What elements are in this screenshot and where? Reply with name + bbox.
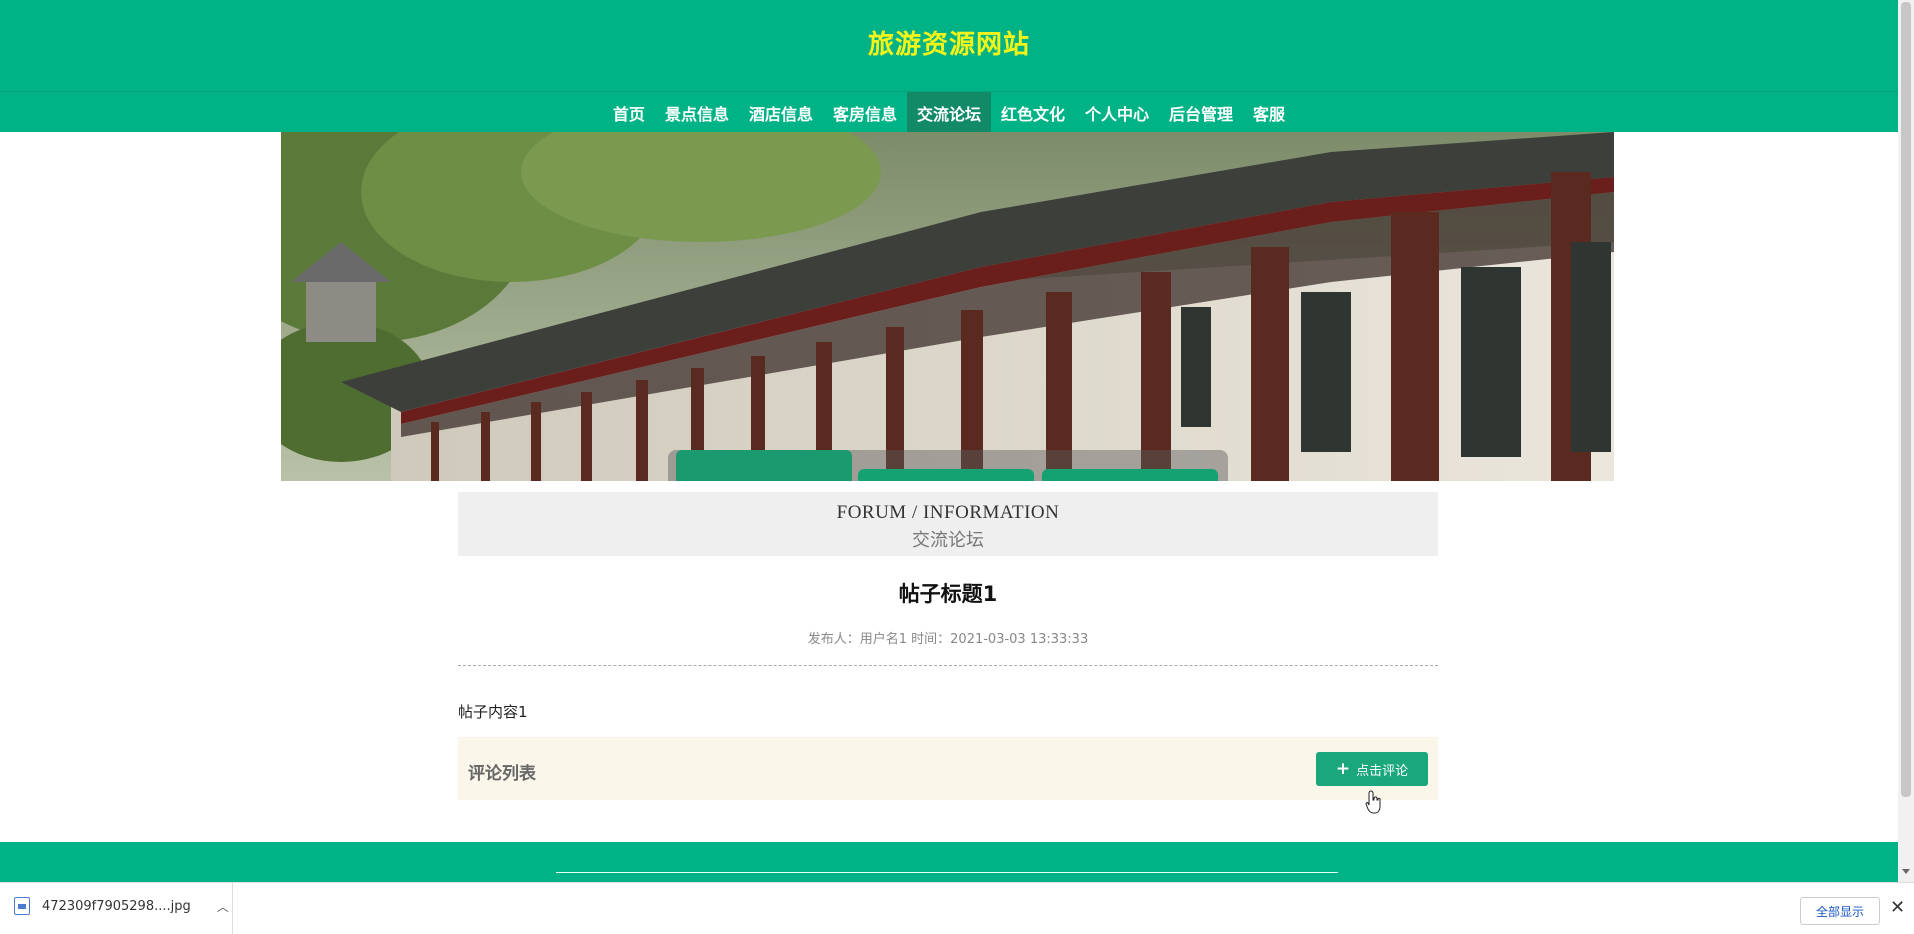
nav-item-admin[interactable]: 后台管理 [1159,92,1243,133]
forum-title-cn: 交流论坛 [912,530,984,550]
nav-item-forum[interactable]: 交流论坛 [906,92,991,133]
nav-item-personal-center[interactable]: 个人中心 [1075,92,1159,133]
post-content: 帖子内容1 [458,703,528,721]
page: 旅游资源网站 首页 景点信息 酒店信息 客房信息 交流论坛 红色文化 个人中心 … [0,0,1898,882]
post-divider [458,665,1438,666]
show-all-button[interactable]: 全部显示 [1800,897,1880,925]
nav-item-attractions[interactable]: 景点信息 [655,92,739,133]
page-scrollbar[interactable] [1898,0,1914,882]
banner-tabs [668,450,1228,481]
hand-cursor-icon [1365,790,1381,814]
main-nav: 首页 景点信息 酒店信息 客房信息 交流论坛 红色文化 个人中心 后台管理 客服 [0,91,1898,133]
nav-item-home[interactable]: 首页 [603,92,655,133]
add-comment-label: 点击评论 [1356,763,1409,779]
banner-tab-3[interactable] [1042,469,1218,481]
footer-line [556,872,1338,873]
site-title: 旅游资源网站 [867,30,1030,60]
nav-item-red-culture[interactable]: 红色文化 [991,92,1075,133]
banner-tab-2[interactable] [858,469,1034,481]
plus-icon: + [1335,758,1351,779]
site-header: 旅游资源网站 [0,0,1898,91]
download-separator [232,883,233,934]
close-icon[interactable]: ✕ [1890,897,1905,918]
chevron-up-icon[interactable]: ︿ [217,898,229,915]
download-bar: 472309f7905298....jpg ︿ 全部显示 ✕ [0,882,1914,934]
post-meta: 发布人：用户名1 时间：2021-03-03 13:33:33 [807,632,1089,647]
forum-title-en: FORUM / INFORMATION [836,502,1060,523]
nav-item-customer-service[interactable]: 客服 [1243,92,1295,133]
corridor-photo [281,132,1614,481]
scroll-down-icon[interactable] [1902,869,1910,874]
post-title: 帖子标题1 [898,582,998,606]
banner-tab-1[interactable] [676,450,852,481]
download-file-name: 472309f7905298....jpg [42,898,191,914]
nav-item-hotels[interactable]: 酒店信息 [739,92,823,133]
comment-list-bar: 评论列表 + 点击评论 [458,737,1438,800]
site-footer [0,842,1898,882]
add-comment-button[interactable]: + 点击评论 [1316,752,1428,786]
banner-image [281,132,1614,481]
comment-list-label: 评论列表 [468,764,536,784]
nav-item-rooms[interactable]: 客房信息 [823,92,907,133]
image-file-icon [14,897,30,915]
download-item[interactable]: 472309f7905298....jpg ︿ [14,897,229,915]
forum-header: FORUM / INFORMATION 交流论坛 [458,492,1438,556]
scrollbar-thumb[interactable] [1901,2,1911,797]
